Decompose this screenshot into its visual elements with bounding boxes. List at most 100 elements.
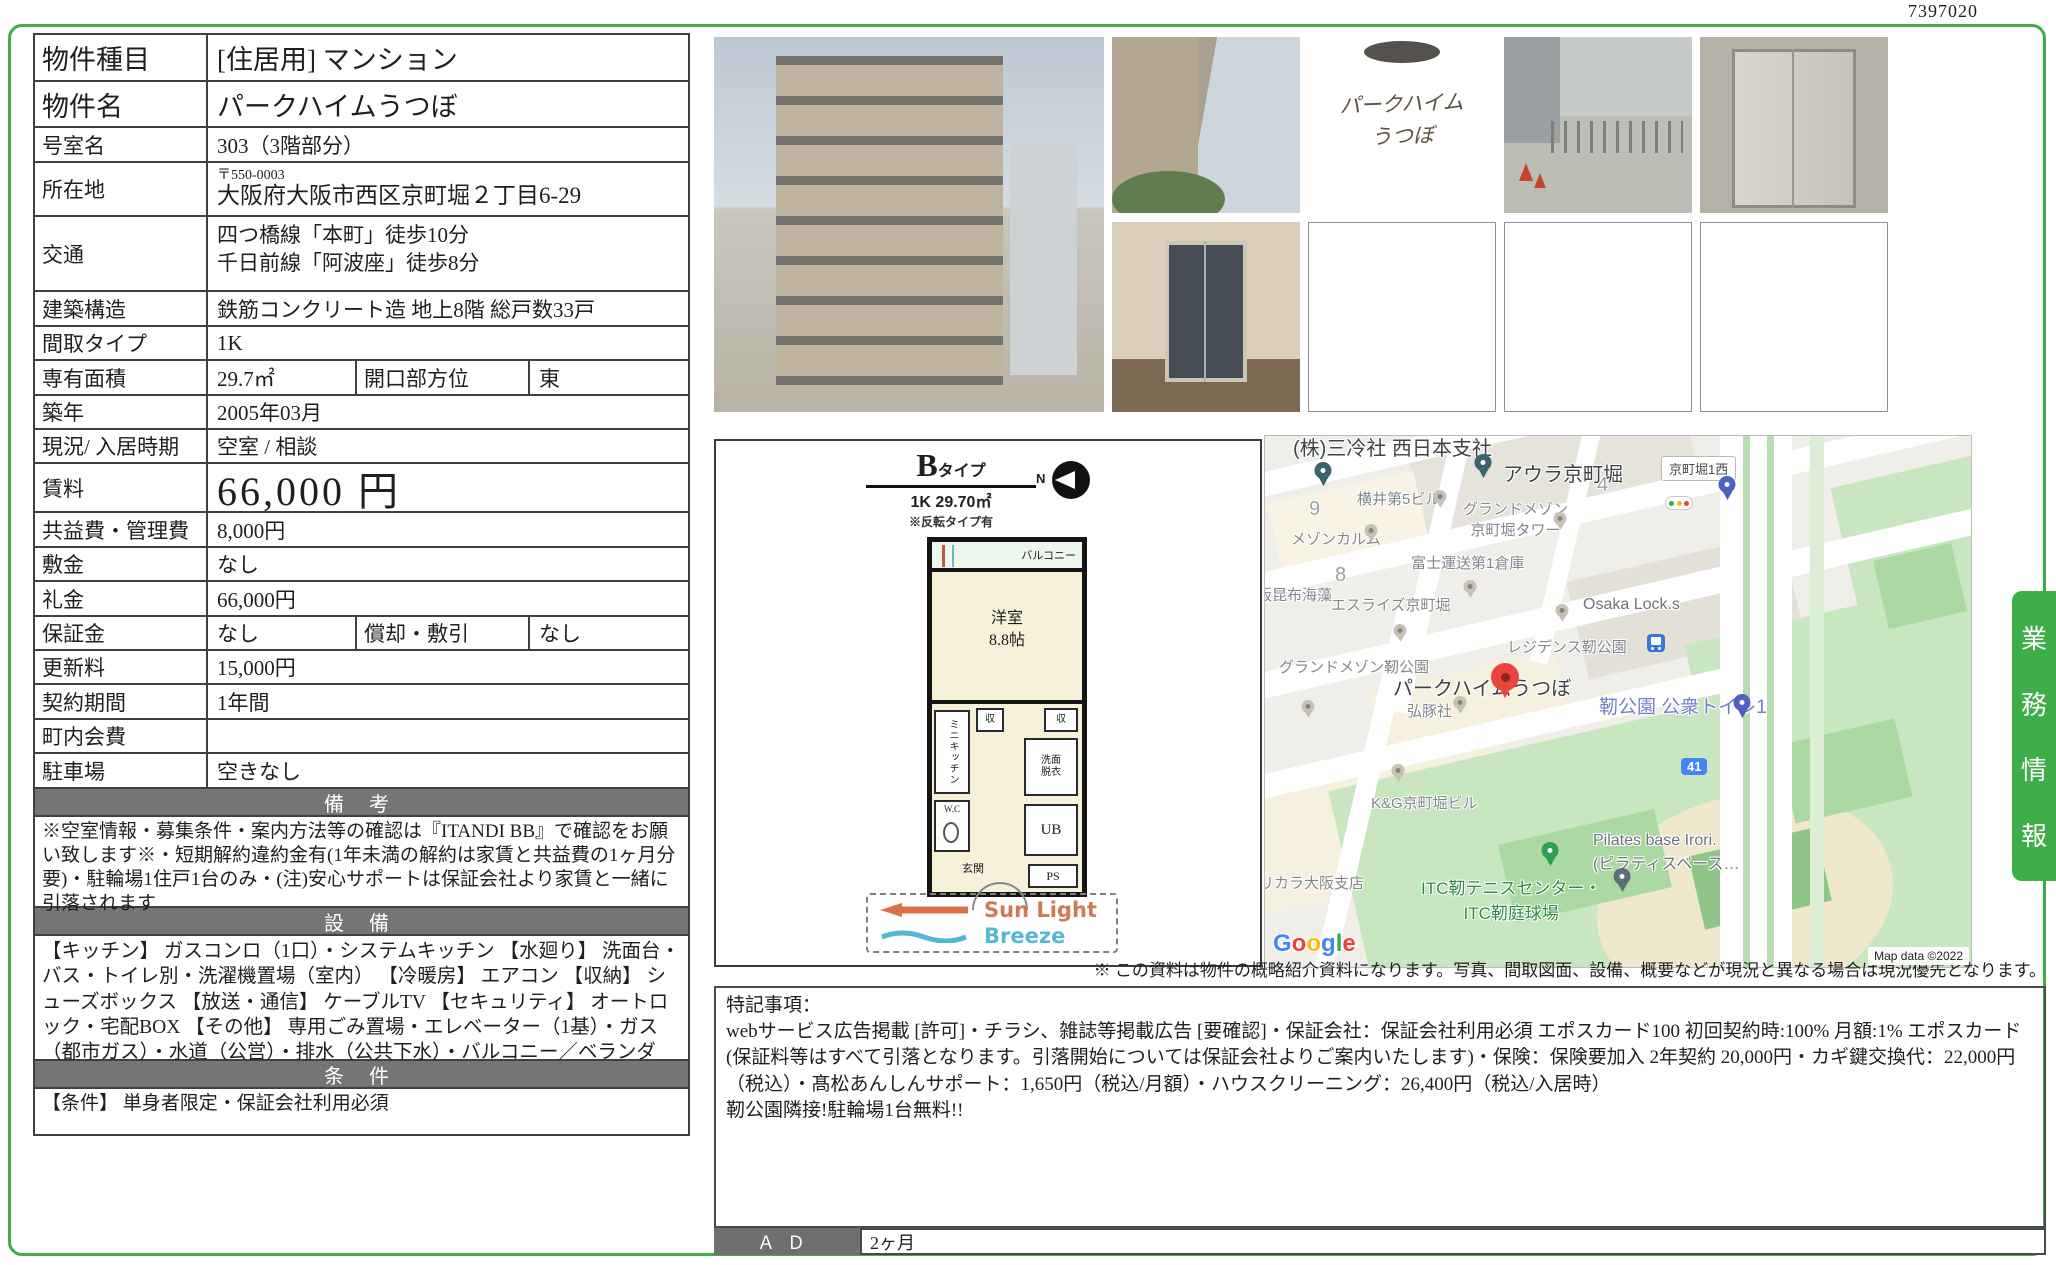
map-label: 横井第5ビル — [1357, 488, 1440, 509]
traffic-light-icon — [1665, 496, 1693, 510]
ad-value: 2ヶ月 — [860, 1228, 2046, 1255]
row-value: 2005年03月 — [208, 396, 688, 428]
row-value: なし — [208, 548, 688, 580]
legend-sun-row: Sun Light — [878, 898, 1106, 922]
balcony-door-mark — [952, 545, 954, 567]
remarks-text: ※空室情報・募集条件・案内方法等の確認は『ITANDI BB』で確認をお願い致し… — [35, 817, 688, 908]
route-badge: 41 — [1681, 758, 1707, 775]
photo-entrance-door — [1700, 37, 1888, 213]
ad-label: ＡＤ — [714, 1228, 860, 1255]
row-label: 号室名 — [35, 128, 208, 161]
map-pin-teal-icon — [1475, 454, 1492, 478]
map-pin-gray-icon — [1464, 580, 1477, 598]
row-label: 所在地 — [35, 163, 208, 215]
door-seam — [1792, 49, 1794, 207]
table-row: 間取タイプ 1K — [35, 327, 688, 361]
table-row: 共益費・管理費 8,000円 — [35, 513, 688, 548]
table-row: 町内会費 — [35, 720, 688, 754]
floorplan-type: Bタイプ — [866, 447, 1036, 488]
map-pin-toilet-icon — [1734, 694, 1751, 718]
building-shape — [1010, 142, 1076, 375]
map-label: 9 — [1309, 498, 1320, 521]
special-notes-title: 特記事項： — [726, 993, 2034, 1019]
row-label: 物件名 — [35, 82, 208, 126]
row-label: 間取タイプ — [35, 327, 208, 359]
row-label: 保証金 — [35, 617, 208, 649]
remarks-header: 備 考 — [35, 789, 688, 817]
map-pin-gray-icon — [1556, 604, 1569, 622]
table-row: 交通 四つ橋線「本町」徒歩10分 千日前線「阿波座」徒歩8分 — [35, 217, 688, 292]
entrance-label: 玄関 — [962, 860, 984, 876]
map-label: 富士運送第1倉庫 — [1411, 552, 1524, 573]
row-value: 空きなし — [208, 754, 688, 787]
storage-cell: 収 — [976, 708, 1004, 732]
row-value: 〒550-0003 大阪府大阪市西区京町堀２丁目6-29 — [208, 163, 688, 215]
sun-arrow-icon — [878, 902, 970, 918]
row-value: 303（3階部分） — [208, 128, 688, 161]
legend-breeze-row: Breeze — [878, 924, 1106, 948]
balcony: バルコニー — [932, 542, 1082, 572]
special-notes-body: webサービス広告掲載 [許可]・チラシ、雑誌等掲載広告 [要確認]・保証会社：… — [726, 1019, 2034, 1098]
floorplan-note: ※反転タイプ有 — [866, 513, 1036, 530]
map-label: 8 — [1335, 564, 1346, 587]
row-value: 鉄筋コンクリート造 地上8階 総戸数33戸 — [208, 292, 688, 325]
tab-char: 報 — [2021, 816, 2047, 853]
map-label: リカラ大阪支店 — [1264, 872, 1364, 893]
floorplan-drawing: バルコニー 洋室 8.8帖 ミニキッチン 収 収 洗面 脱衣 W.C UB PS… — [927, 537, 1087, 897]
compass-icon: N — [1052, 461, 1090, 499]
property-flyer-page: 7397020 業 務 情 報 物件種目 [住居用] マンション 物件名 パーク… — [0, 0, 2056, 1265]
table-row: 築年 2005年03月 — [35, 396, 688, 430]
road-median — [1767, 436, 1774, 968]
interior-wall — [932, 700, 1082, 704]
sign-line: うつぼ — [1308, 117, 1496, 155]
row-label: 駐車場 — [35, 754, 208, 787]
row-value: 四つ橋線「本町」徒歩10分 千日前線「阿波座」徒歩8分 — [208, 217, 688, 290]
business-info-tab[interactable]: 業 務 情 報 — [2012, 591, 2056, 881]
row-value: [住居用] マンション — [208, 35, 688, 80]
row-value: 8,000円 — [208, 513, 688, 546]
map-label: レジデンス靭公園 — [1507, 636, 1627, 657]
type-letter: B — [916, 447, 937, 483]
kitchen-cell: ミニキッチン — [934, 710, 970, 794]
table-row: 保証金 なし 償却・敷引 なし — [35, 617, 688, 651]
map-label: (株)三冷社 西日本支社 — [1293, 435, 1492, 461]
toilet-icon — [943, 822, 959, 843]
row-value-2: 東 — [530, 361, 688, 394]
row-value — [208, 720, 688, 752]
room-size: 8.8帖 — [932, 630, 1082, 652]
row-value: 66,000円 — [208, 582, 688, 615]
row-label: 町内会費 — [35, 720, 208, 752]
table-row: 物件名 パークハイムうつぼ — [35, 82, 688, 128]
breeze-wave-icon — [878, 929, 970, 943]
row-label: 更新料 — [35, 651, 208, 683]
row-label: 賃料 — [35, 464, 208, 511]
table-row: 専有面積 29.7㎡ 開口部方位 東 — [35, 361, 688, 396]
sign-text: パークハイム うつぼ — [1308, 86, 1496, 156]
transit-line: 千日前線「阿波座」徒歩8分 — [217, 249, 679, 277]
row-value: なし — [208, 617, 357, 649]
row-label: 建築構造 — [35, 292, 208, 325]
photo-street-bicycle-parking — [1504, 37, 1692, 213]
row-value: 1年間 — [208, 685, 688, 718]
row-label-2: 開口部方位 — [357, 361, 530, 394]
row-label: 敷金 — [35, 548, 208, 580]
floorplan-spec: 1K 29.70㎡ — [866, 488, 1036, 512]
row-label: 礼金 — [35, 582, 208, 615]
property-spec-table: 物件種目 [住居用] マンション 物件名 パークハイムうつぼ 号室名 303（3… — [33, 33, 690, 1136]
table-row: 礼金 66,000円 — [35, 582, 688, 617]
row-value: 15,000円 — [208, 651, 688, 683]
google-logo: Google — [1273, 930, 1356, 958]
row-value: 空室 / 相談 — [208, 430, 688, 462]
transit-station-icon — [1647, 634, 1665, 652]
map-pin-slate-icon — [1614, 868, 1631, 892]
table-row: 更新料 15,000円 — [35, 651, 688, 685]
room-name: 洋室 — [932, 608, 1082, 630]
row-label: 交通 — [35, 217, 208, 290]
row-label: 契約期間 — [35, 685, 208, 718]
tab-char: 務 — [2021, 685, 2047, 722]
table-row: 所在地 〒550-0003 大阪府大阪市西区京町堀２丁目6-29 — [35, 163, 688, 217]
table-row: 建築構造 鉄筋コンクリート造 地上8階 総戸数33戸 — [35, 292, 688, 327]
photo-building-exterior-2 — [1112, 37, 1300, 213]
map-pin-gray-icon — [1365, 524, 1378, 542]
photo-elevator-hall — [1112, 222, 1300, 412]
